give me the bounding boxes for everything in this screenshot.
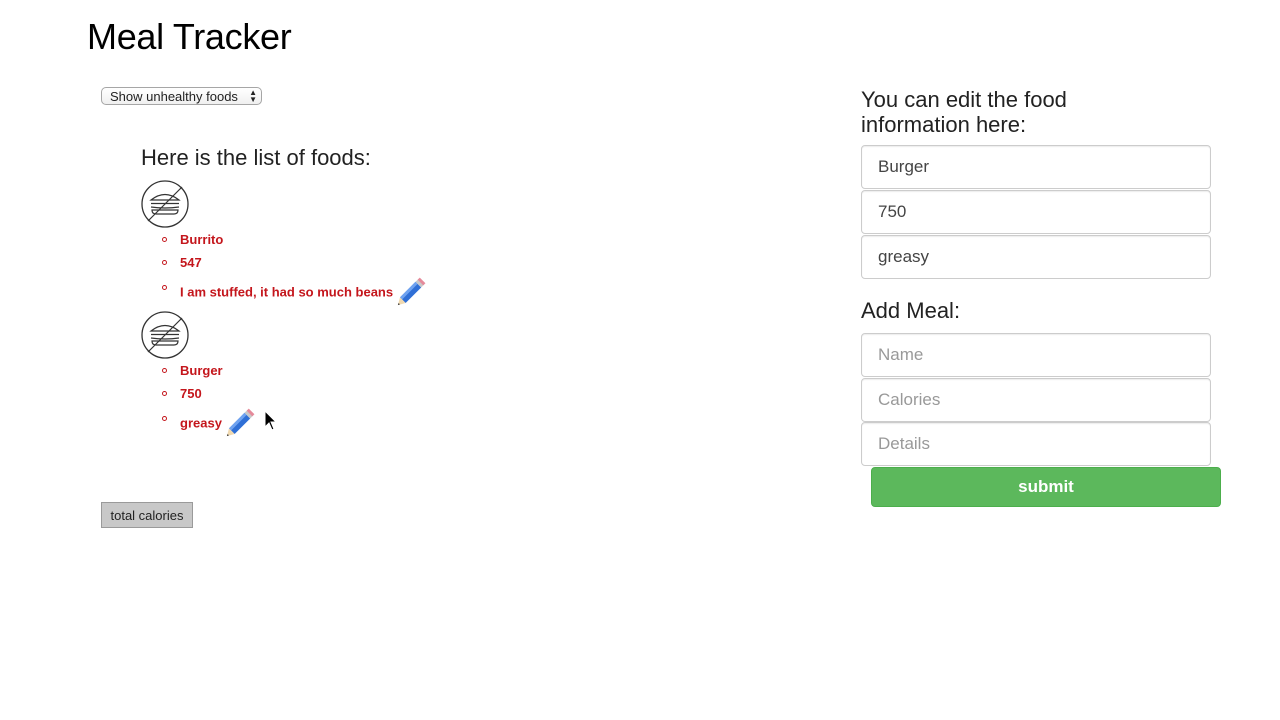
food-calories: 750 bbox=[180, 386, 202, 401]
add-meal-heading: Add Meal: bbox=[861, 298, 961, 323]
pencil-edit-icon[interactable] bbox=[224, 405, 258, 439]
list-item: Burger bbox=[160, 359, 258, 382]
health-filter-select[interactable]: Show unhealthy foods ▲ ▼ bbox=[101, 87, 262, 105]
food-details-list: Burger 750 greasy bbox=[160, 359, 258, 437]
list-item: Burrito bbox=[160, 228, 429, 251]
submit-button[interactable]: submit bbox=[871, 467, 1221, 507]
no-burger-icon bbox=[141, 180, 189, 228]
list-item: 547 bbox=[160, 251, 429, 274]
no-burger-icon bbox=[141, 311, 189, 359]
edit-name-field[interactable]: Burger bbox=[861, 145, 1211, 189]
total-calories-button[interactable]: total calories bbox=[101, 502, 193, 528]
food-details-list: Burrito 547 I am stuffed, it had so much… bbox=[160, 228, 429, 306]
food-details: I am stuffed, it had so much beans bbox=[180, 284, 394, 300]
edit-calories-field[interactable]: 750 bbox=[861, 190, 1211, 234]
list-item: greasy bbox=[160, 407, 258, 437]
food-calories: 547 bbox=[180, 255, 202, 270]
select-arrows-icon: ▲ ▼ bbox=[249, 88, 257, 104]
food-name: Burrito bbox=[180, 232, 224, 247]
edit-form-heading: You can edit the food information here: bbox=[861, 87, 1067, 137]
food-name: Burger bbox=[180, 363, 223, 378]
pencil-edit-icon[interactable] bbox=[395, 274, 429, 308]
list-item: 750 bbox=[160, 382, 258, 405]
meal-tracker-page: Meal Tracker Show unhealthy foods ▲ ▼ Her… bbox=[0, 0, 1280, 720]
filter-selected-label: Show unhealthy foods bbox=[110, 88, 238, 104]
edit-details-field[interactable]: greasy bbox=[861, 235, 1211, 279]
add-name-input[interactable]: Name bbox=[861, 333, 1211, 377]
add-calories-input[interactable]: Calories bbox=[861, 378, 1211, 422]
page-title: Meal Tracker bbox=[87, 16, 292, 57]
food-list-heading: Here is the list of foods: bbox=[141, 145, 371, 170]
list-item: I am stuffed, it had so much beans bbox=[160, 276, 429, 306]
food-details: greasy bbox=[180, 415, 222, 431]
add-details-input[interactable]: Details bbox=[861, 422, 1211, 466]
mouse-cursor-icon bbox=[264, 410, 278, 431]
